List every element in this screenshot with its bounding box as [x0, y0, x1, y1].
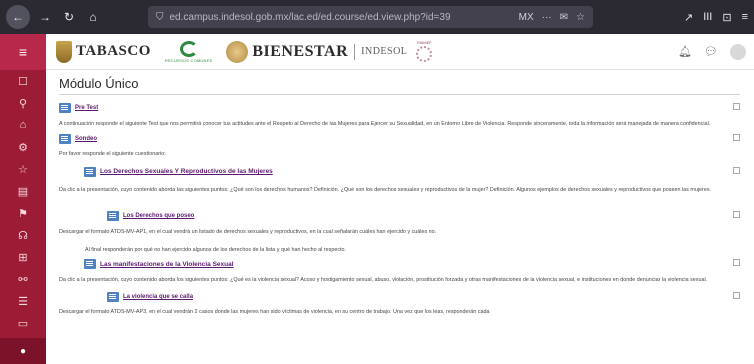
header-actions: 🔔︎ 💬︎ [678, 43, 746, 60]
tabasco-shield-icon [56, 40, 72, 63]
activity-description: Da clic a la presentación, cuyo contenid… [59, 277, 708, 284]
activity-description: Da clic a la presentación, cuyo contenid… [59, 186, 712, 193]
activity-sondeo: Sondeo [59, 132, 740, 146]
browser-toolbar: ← → ↻ ⌂ ⛉ ed.campus.indesol.gob.mx/lac.e… [0, 0, 754, 34]
site-header: TABASCO RECURSOS COMUNES BIENESTAR INDES… [46, 34, 754, 70]
presentation-icon [84, 166, 96, 177]
flower-icon [416, 45, 433, 62]
sidebar-toggle-icon[interactable]: ⊡ [722, 11, 731, 24]
feedback-icon [59, 134, 71, 145]
sidebar-item-6[interactable]: ▤ [0, 180, 46, 202]
indesol-brand: INDESOL [361, 46, 408, 57]
activity-header: Los Derechos que poseo [107, 209, 740, 223]
activity-link[interactable]: Los Derechos Sexuales Y Reproductivos de… [100, 168, 273, 175]
completion-checkbox[interactable] [733, 291, 740, 299]
share-icon[interactable]: ↗ [684, 11, 693, 24]
activity-header: Los Derechos Sexuales Y Reproductivos de… [84, 165, 740, 179]
sidebar-item-12[interactable]: ▭ [0, 312, 46, 334]
sidebar-item-8[interactable]: ☊ [0, 224, 46, 246]
pocket-icon[interactable]: ✉ [560, 12, 568, 23]
course-content: Módulo Único Pre Test A continuación res… [46, 70, 754, 364]
bienestar-seal-icon [226, 40, 249, 63]
sidebar-item-4[interactable]: ⚙ [0, 136, 46, 158]
activity-header: Las manifestaciones de la Violencia Sexu… [84, 257, 740, 271]
sidebar-item-3[interactable]: ⌂ [0, 114, 46, 136]
activity-header: Sondeo [59, 132, 740, 146]
back-arrow-icon[interactable]: ← [6, 5, 30, 29]
indesol-logo: PAIMEF [413, 40, 435, 64]
presentation-icon [84, 259, 96, 270]
activity-derechos-sexuales: Los Derechos Sexuales Y Reproductivos de… [84, 165, 740, 179]
activity-description: Al final responderán por qué no han ejer… [85, 247, 347, 254]
completion-checkbox[interactable] [733, 134, 740, 142]
sidebar-item-5[interactable]: ☆ [0, 158, 46, 180]
sidebar-item-1[interactable]: ☐ [0, 70, 46, 92]
activity-link[interactable]: Pre Test [75, 105, 98, 111]
chat-icon[interactable]: 💬︎ [704, 45, 718, 58]
page-actions-icon[interactable]: ··· [542, 12, 552, 23]
reader-view-icon[interactable]: MX [519, 12, 534, 23]
url-text: ed.campus.indesol.gob.mx/lac.ed/ed.cours… [169, 11, 451, 23]
tabasco-brand: TABASCO [76, 43, 151, 59]
activity-derechos-poseo: Los Derechos que poseo [107, 209, 740, 223]
sidebar-item-2[interactable]: ⚲ [0, 92, 46, 114]
activity-link[interactable]: Sondeo [75, 136, 97, 142]
header-divider [354, 43, 356, 60]
activity-description: Descargar el formato ATDS-MV-AP1, en el … [59, 228, 437, 235]
activity-violencia-calla: La violencia que se calla [107, 290, 740, 304]
assignment-icon [107, 210, 119, 221]
c-logo-text: RECURSOS COMUNES [164, 57, 213, 63]
activity-description: A continuación responde el siguiente Tes… [59, 121, 711, 127]
activity-manifestaciones: Las manifestaciones de la Violencia Sexu… [84, 257, 740, 271]
bienestar-logo: BIENESTAR [226, 40, 349, 63]
sidebar-item-10[interactable]: ⚯ [0, 268, 46, 290]
reload-icon[interactable]: ↻ [60, 8, 78, 26]
browser-tools: ↗ III ⊡ ≡ [684, 11, 748, 24]
recursos-logo: RECURSOS COMUNES [164, 40, 213, 63]
completion-checkbox[interactable] [733, 259, 740, 267]
completion-checkbox[interactable] [733, 103, 740, 110]
activity-header: La violencia que se calla [107, 290, 740, 304]
completion-checkbox[interactable] [733, 166, 740, 174]
completion-checkbox[interactable] [733, 210, 740, 218]
library-icon[interactable]: III [703, 11, 712, 24]
activity-link[interactable]: La violencia que se calla [123, 294, 193, 300]
activity-link[interactable]: Los Derechos que poseo [123, 213, 194, 219]
sidebar-bottom-button[interactable]: ● [0, 338, 46, 364]
tabasco-logo: TABASCO [56, 40, 151, 63]
bookmark-star-icon[interactable]: ☆ [576, 12, 585, 23]
avatar[interactable] [730, 43, 746, 60]
address-bar[interactable]: ⛉ ed.campus.indesol.gob.mx/lac.ed/ed.cou… [148, 6, 593, 28]
indesol-mark-label: PAIMEF [417, 39, 432, 45]
c-logo-icon [179, 40, 198, 57]
bell-icon[interactable]: 🔔︎ [678, 45, 692, 58]
sidebar-item-7[interactable]: ⚑ [0, 202, 46, 224]
activity-description: Por favor responde el siguiente cuestion… [59, 151, 166, 158]
page-title: Módulo Único [59, 76, 740, 95]
activity-link[interactable]: Las manifestaciones de la Violencia Sexu… [100, 261, 234, 268]
activity-description: Descargar el formato ATDS-MV-AP3, en el … [59, 308, 490, 315]
bienestar-brand: BIENESTAR [252, 42, 349, 60]
shield-icon: ⛉ [156, 11, 164, 23]
activity-header: Pre Test [59, 101, 740, 115]
hamburger-icon[interactable]: ≡ [0, 34, 46, 70]
course-sidebar: ≡ ☐ ⚲ ⌂ ⚙ ☆ ▤ ⚑ ☊ ⊞ ⚯ ☰ ▭ ◆ ● [0, 34, 46, 364]
home-icon[interactable]: ⌂ [84, 8, 102, 26]
forward-arrow-icon[interactable]: → [36, 8, 54, 26]
sidebar-item-11[interactable]: ☰ [0, 290, 46, 312]
activity-pre-test: Pre Test [59, 101, 740, 115]
quiz-icon [59, 103, 71, 113]
menu-icon[interactable]: ≡ [742, 11, 748, 24]
sidebar-item-9[interactable]: ⊞ [0, 246, 46, 268]
assignment-icon [107, 291, 119, 302]
